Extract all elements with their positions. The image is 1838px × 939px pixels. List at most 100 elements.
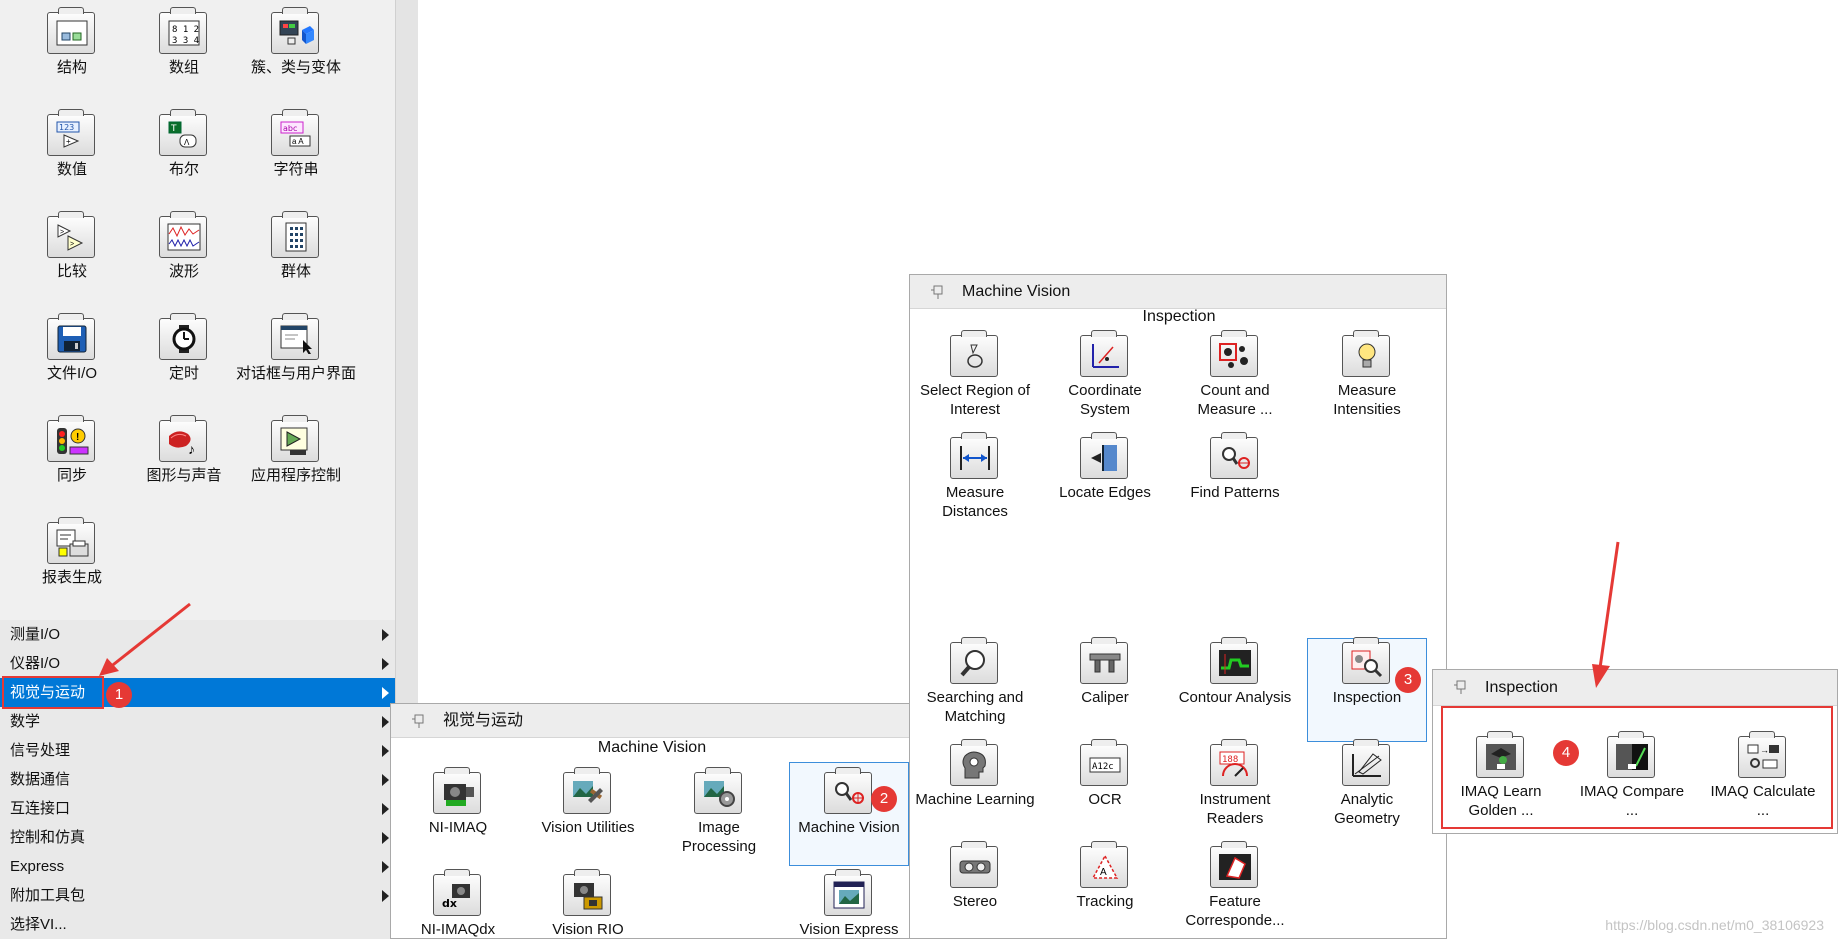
tile-instrument-readers[interactable]: 188 Instrument Readers (1175, 739, 1295, 828)
tile-ni-imaqdx[interactable]: dx NI-IMAQdx (398, 869, 518, 939)
tile-select-roi[interactable]: Select Region of Interest (915, 330, 1035, 419)
chevron-right-icon (382, 629, 389, 641)
tile-vision-utilities[interactable]: Vision Utilities (528, 767, 648, 837)
chevron-right-icon (382, 716, 389, 728)
tile-label: Machine Vision (798, 819, 900, 836)
tile-label: Caliper (1081, 689, 1129, 706)
category-signal-processing[interactable]: 信号处理 (0, 736, 395, 765)
category-control-simulation[interactable]: 控制和仿真 (0, 823, 395, 852)
palette-tile-timing[interactable]: 定时 (124, 313, 244, 383)
palette-tile-waveform[interactable]: 波形 (124, 211, 244, 281)
machine-learning-icon (950, 739, 998, 786)
tile-label: NI-IMAQdx (420, 921, 496, 938)
tile-measure-intensities[interactable]: Measure Intensities (1307, 330, 1427, 419)
palette-tile-cluster-class-variant[interactable]: 簇、类与变体 (236, 7, 356, 77)
category-select-vi[interactable]: 选择VI... (0, 910, 395, 939)
tile-label: 数值 (56, 161, 87, 178)
inspection-icon (1342, 637, 1390, 684)
palette-tile-array[interactable]: 8 1 23 3 4 数组 (124, 7, 244, 77)
inspection-subpalette: Inspection IMAQ Learn Golden ... IMAQ Co… (1432, 669, 1838, 834)
pin-icon[interactable] (411, 713, 429, 729)
coordinate-system-icon (1080, 330, 1128, 377)
tile-label: 布尔 (168, 161, 199, 178)
select-roi-icon (950, 330, 998, 377)
tile-contour-analysis[interactable]: Contour Analysis (1175, 637, 1295, 707)
searching-matching-icon (950, 637, 998, 684)
tile-find-patterns[interactable]: Find Patterns (1175, 432, 1295, 502)
pin-icon[interactable] (1453, 679, 1471, 695)
category-label: 选择VI... (10, 916, 67, 933)
tile-stereo[interactable]: Stereo (915, 841, 1035, 911)
subpalette-title-bar[interactable]: Inspection (1433, 670, 1837, 706)
file-io-icon (47, 313, 95, 360)
tile-label: Count and Measure ... (1197, 382, 1273, 418)
annotation-badge: 4 (1553, 740, 1579, 766)
palette-tile-cluster[interactable]: 群体 (236, 211, 356, 281)
subpalette-title-bar[interactable]: 视觉与运动 (391, 704, 911, 738)
tile-label: Vision RIO (552, 921, 624, 938)
palette-tile-report-generation[interactable]: 报表生成 (12, 517, 132, 587)
category-connectivity[interactable]: 互连接口 (0, 794, 395, 823)
tile-label: Analytic Geometry (1334, 791, 1400, 827)
palette-tile-numeric[interactable]: 123 + 数值 (12, 109, 132, 179)
timing-icon (159, 313, 207, 360)
palette-tile-boolean[interactable]: TΛ 布尔 (124, 109, 244, 179)
string-icon: abc a A (271, 109, 319, 156)
palette-tile-synchronization[interactable]: ! 同步 (12, 415, 132, 485)
subpalette-title-bar[interactable]: Machine Vision (910, 275, 1446, 309)
palette-tile-application-control[interactable]: 应用程序控制 (236, 415, 356, 485)
tile-label: Vision Utilities (541, 819, 635, 836)
tile-analytic-geometry[interactable]: Analytic Geometry (1307, 739, 1427, 828)
locate-edges-icon (1080, 432, 1128, 479)
pin-icon[interactable] (930, 284, 948, 300)
category-instrument-io[interactable]: 仪器I/O (0, 649, 395, 678)
palette-tile-comparison[interactable]: > > 比较 (12, 211, 132, 281)
tile-coordinate-system[interactable]: Coordinate System (1045, 330, 1165, 419)
category-express[interactable]: Express (0, 852, 395, 881)
svg-text:dx: dx (442, 897, 457, 910)
category-label: 互连接口 (10, 800, 71, 817)
tile-vision-express[interactable]: Vision Express (789, 869, 909, 939)
category-label: 仪器I/O (10, 655, 61, 672)
tile-caliper[interactable]: Caliper (1045, 637, 1165, 707)
image-processing-icon (694, 767, 742, 814)
palette-tile-dialog-ui[interactable]: 对话框与用户界面 (236, 313, 356, 383)
palette-tile-string[interactable]: abc a A 字符串 (236, 109, 356, 179)
palette-tile-file-io[interactable]: 文件I/O (12, 313, 132, 383)
category-mathematics[interactable]: 数学 (0, 707, 395, 736)
palette-tile-graphics-sound[interactable]: ♪ 图形与声音 (124, 415, 244, 485)
tile-label: 文件I/O (46, 365, 97, 382)
tile-ni-imaq[interactable]: NI-IMAQ (398, 767, 518, 837)
tile-measure-distances[interactable]: Measure Distances (915, 432, 1035, 521)
category-measurement-io[interactable]: 测量I/O (0, 620, 395, 649)
tile-label: Stereo (952, 893, 998, 910)
tile-vision-rio[interactable]: Vision RIO (528, 869, 648, 939)
tracking-icon: A (1080, 841, 1128, 888)
tile-locate-edges[interactable]: Locate Edges (1045, 432, 1165, 502)
ni-imaq-icon (433, 767, 481, 814)
synchronization-icon: ! (47, 415, 95, 462)
tile-machine-learning[interactable]: Machine Learning (915, 739, 1035, 809)
machine-vision-subpalette: Machine Vision Inspection Select Region … (909, 274, 1447, 939)
tile-label: 字符串 (273, 161, 319, 178)
category-data-communication[interactable]: 数据通信 (0, 765, 395, 794)
category-label: 附加工具包 (10, 887, 86, 904)
category-addons[interactable]: 附加工具包 (0, 881, 395, 910)
tile-ocr[interactable]: A12c OCR (1045, 739, 1165, 809)
tile-label: Machine Learning (915, 791, 1035, 808)
chevron-right-icon (382, 658, 389, 670)
annotation-arrow-icon (1592, 541, 1620, 688)
tile-label: Measure Intensities (1333, 382, 1401, 418)
palette-tile-structure[interactable]: 结构 (12, 7, 132, 77)
tile-image-processing[interactable]: Image Processing (659, 767, 779, 856)
chevron-right-icon (382, 890, 389, 902)
category-label: Express (10, 858, 65, 875)
tile-label: 波形 (168, 263, 199, 280)
tile-tracking[interactable]: A Tracking (1045, 841, 1165, 911)
functions-palette: 结构 8 1 23 3 4 数组 簇、类与变体 123 + 数值 TΛ 布尔 ab… (0, 0, 396, 939)
tile-label: 定时 (168, 365, 199, 382)
structure-icon (47, 7, 95, 54)
tile-count-measure[interactable]: Count and Measure ... (1175, 330, 1295, 419)
tile-feature-correspondence[interactable]: Feature Corresponde... (1175, 841, 1295, 930)
tile-searching-matching[interactable]: Searching and Matching (915, 637, 1035, 726)
